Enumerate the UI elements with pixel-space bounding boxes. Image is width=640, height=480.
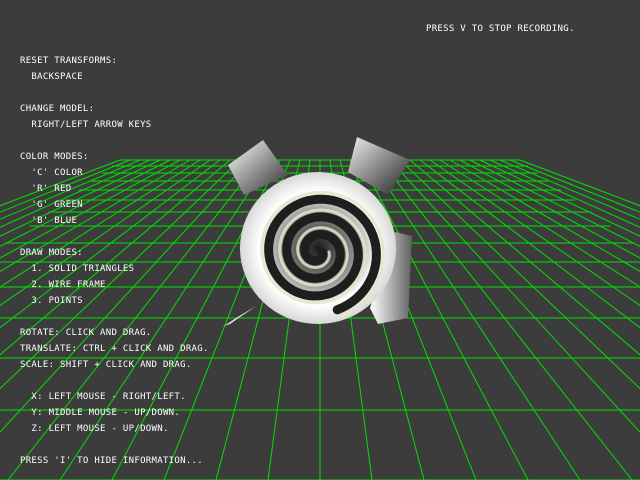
grid-line-depth <box>379 159 633 480</box>
grid-line-depth <box>429 159 640 307</box>
info-line: 3. POINTS <box>20 296 83 306</box>
info-line: DRAW MODES: <box>20 248 83 258</box>
info-line: RIGHT/LEFT ARROW KEYS <box>20 120 152 130</box>
info-line: PRESS 'I' TO HIDE INFORMATION... <box>20 456 203 466</box>
render-viewport[interactable]: PRESS V TO STOP RECORDING. RESET TRANSFO… <box>0 0 640 480</box>
info-line: ROTATE: CLICK AND DRAG. <box>20 328 152 338</box>
grid-line-depth <box>449 159 640 272</box>
info-line: RESET TRANSFORMS: <box>20 56 118 66</box>
info-line: BACKSPACE <box>20 72 83 82</box>
recording-status-text: PRESS V TO STOP RECORDING. <box>426 24 575 34</box>
grid-line-depth <box>399 159 640 390</box>
info-line: X: LEFT MOUSE - RIGHT/LEFT. <box>20 392 186 402</box>
info-line: 'B' BLUE <box>20 216 78 226</box>
info-line: CHANGE MODEL: <box>20 104 95 114</box>
info-line: 'C' COLOR <box>20 168 83 178</box>
info-line: 'G' GREEN <box>20 200 83 210</box>
info-line: 2. WIRE FRAME <box>20 280 106 290</box>
info-line: COLOR MODES: <box>20 152 89 162</box>
grid-line-depth <box>439 159 640 288</box>
info-line: Z: LEFT MOUSE - UP/DOWN. <box>20 424 169 434</box>
spiral-shell-model[interactable] <box>224 137 412 326</box>
grid-line-depth <box>479 159 640 237</box>
info-line: 'R' RED <box>20 184 72 194</box>
info-line: 1. SOLID TRIANGLES <box>20 264 135 274</box>
grid-line-depth <box>509 159 640 213</box>
grid-line-depth <box>499 159 640 220</box>
info-line: TRANSLATE: CTRL + CLICK AND DRAG. <box>20 344 209 354</box>
grid-line-depth <box>419 159 640 329</box>
info-line: Y: MIDDLE MOUSE - UP/DOWN. <box>20 408 181 418</box>
info-line: SCALE: SHIFT + CLICK AND DRAG. <box>20 360 192 370</box>
